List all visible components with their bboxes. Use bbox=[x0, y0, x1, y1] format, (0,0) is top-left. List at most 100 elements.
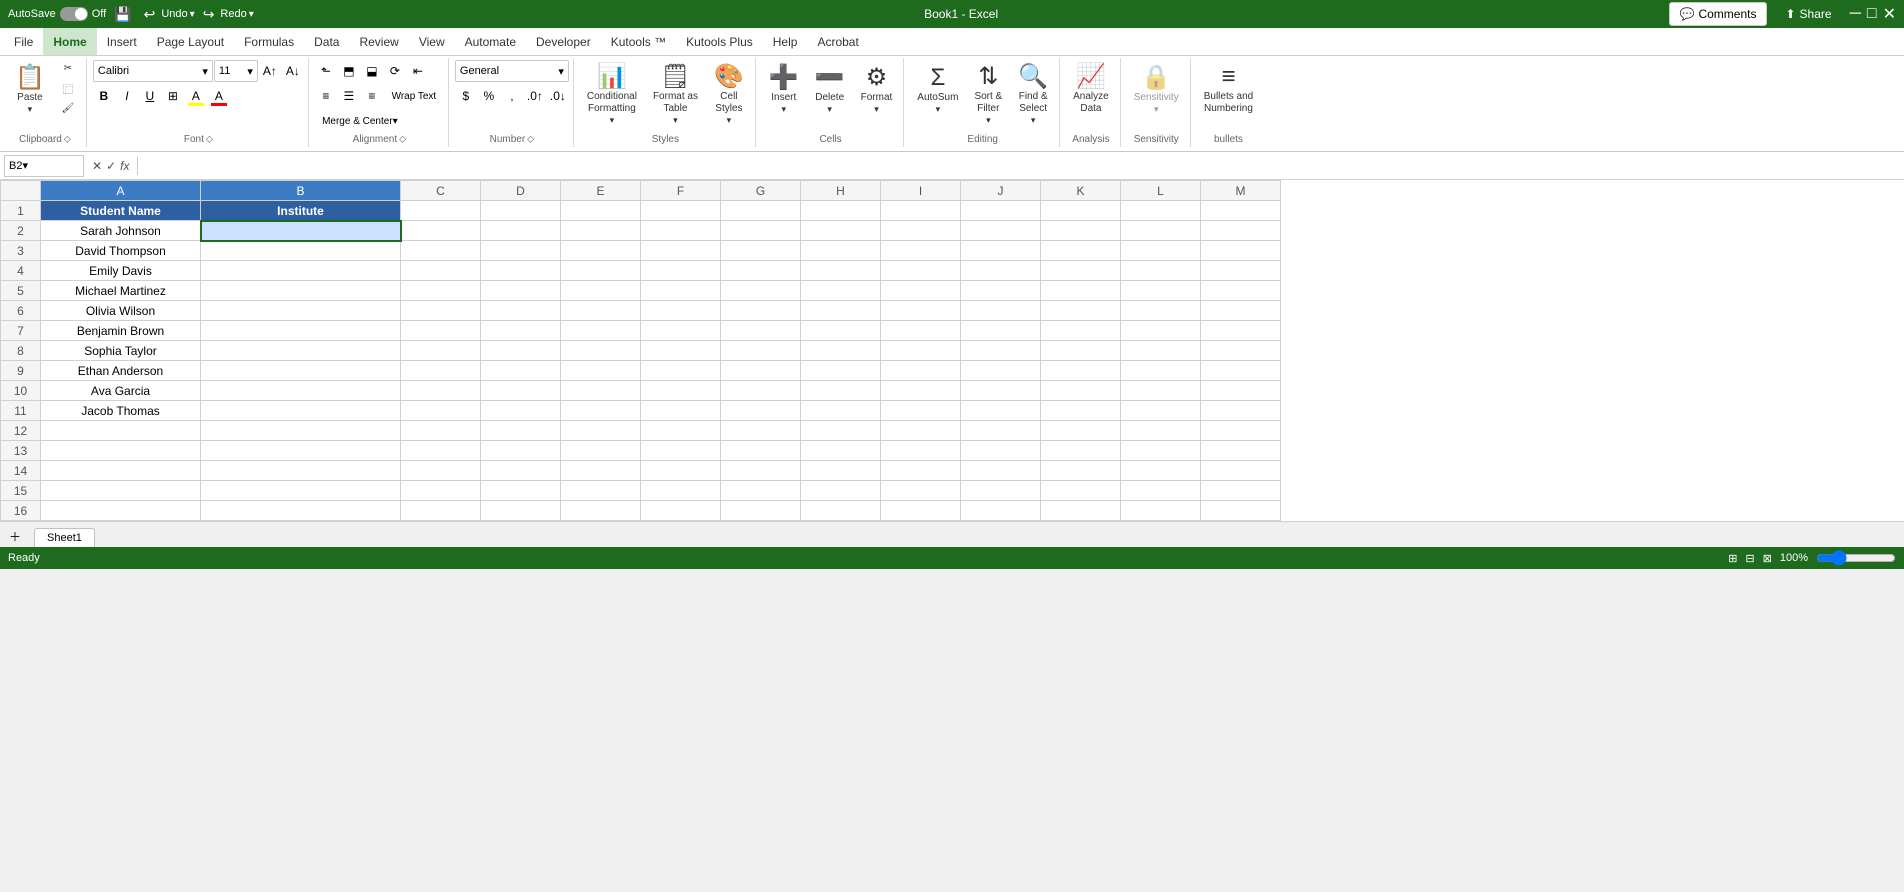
cell-b5[interactable] bbox=[201, 281, 401, 301]
row-num-4[interactable]: 4 bbox=[1, 261, 41, 281]
menu-home[interactable]: Home bbox=[43, 28, 96, 55]
bold-button[interactable]: B bbox=[93, 85, 115, 107]
indent-decrease-button[interactable]: ⇤ bbox=[407, 60, 429, 82]
cell-k2[interactable] bbox=[1041, 221, 1121, 241]
cell-b1[interactable]: Institute bbox=[201, 201, 401, 221]
row-num-6[interactable]: 6 bbox=[1, 301, 41, 321]
cell-j11[interactable] bbox=[961, 401, 1041, 421]
cell-e11[interactable] bbox=[561, 401, 641, 421]
cell-g3[interactable] bbox=[721, 241, 801, 261]
find-select-button[interactable]: 🔍 Find &Select ▾ bbox=[1011, 60, 1055, 131]
analyze-data-button[interactable]: 📈 AnalyzeData bbox=[1066, 60, 1116, 120]
cell-k6[interactable] bbox=[1041, 301, 1121, 321]
comma-button[interactable]: , bbox=[501, 85, 523, 107]
font-size-selector[interactable]: 11 ▾ bbox=[214, 60, 258, 82]
sensitivity-button[interactable]: 🔒 Sensitivity ▾ bbox=[1127, 60, 1186, 120]
cell-i8[interactable] bbox=[881, 341, 961, 361]
menu-developer[interactable]: Developer bbox=[526, 28, 601, 55]
cell-k8[interactable] bbox=[1041, 341, 1121, 361]
confirm-formula-icon[interactable]: ✓ bbox=[106, 159, 116, 173]
font-increase-button[interactable]: A↑ bbox=[259, 60, 281, 82]
cell-c3[interactable] bbox=[401, 241, 481, 261]
font-decrease-button[interactable]: A↓ bbox=[282, 60, 304, 82]
format-as-table-button[interactable]: 🗒 Format asTable ▾ bbox=[646, 60, 705, 131]
cell-m8[interactable] bbox=[1201, 341, 1281, 361]
cell-e1[interactable] bbox=[561, 201, 641, 221]
minimize-button[interactable]: ─ bbox=[1850, 5, 1861, 23]
cell-d8[interactable] bbox=[481, 341, 561, 361]
page-break-view-button[interactable]: ⊠ bbox=[1763, 552, 1772, 565]
italic-button[interactable]: I bbox=[116, 85, 138, 107]
menu-insert[interactable]: Insert bbox=[97, 28, 147, 55]
row-num-7[interactable]: 7 bbox=[1, 321, 41, 341]
cell-f3[interactable] bbox=[641, 241, 721, 261]
formula-input[interactable] bbox=[142, 155, 1900, 177]
add-sheet-button[interactable]: ＋ bbox=[4, 525, 26, 547]
autosave-toggle[interactable] bbox=[60, 7, 88, 21]
cell-j2[interactable] bbox=[961, 221, 1041, 241]
close-button[interactable]: ✕ bbox=[1883, 4, 1896, 24]
align-left-button[interactable]: ≡ bbox=[315, 85, 337, 107]
align-top-center-button[interactable]: ⬒ bbox=[338, 60, 360, 82]
cell-f6[interactable] bbox=[641, 301, 721, 321]
fill-color-button[interactable]: A bbox=[185, 85, 207, 107]
bullets-numbering-button[interactable]: ≡ Bullets andNumbering bbox=[1197, 60, 1260, 120]
cell-c10[interactable] bbox=[401, 381, 481, 401]
paste-button[interactable]: 📋 Paste ▾ bbox=[8, 60, 52, 120]
cell-l9[interactable] bbox=[1121, 361, 1201, 381]
align-right-button[interactable]: ≡ bbox=[361, 85, 383, 107]
cell-e4[interactable] bbox=[561, 261, 641, 281]
cell-h3[interactable] bbox=[801, 241, 881, 261]
cell-i11[interactable] bbox=[881, 401, 961, 421]
cell-g8[interactable] bbox=[721, 341, 801, 361]
maximize-button[interactable]: □ bbox=[1867, 5, 1877, 23]
cell-f10[interactable] bbox=[641, 381, 721, 401]
col-header-e[interactable]: E bbox=[561, 181, 641, 201]
cell-a5[interactable]: Michael Martinez bbox=[41, 281, 201, 301]
cell-d4[interactable] bbox=[481, 261, 561, 281]
cell-m11[interactable] bbox=[1201, 401, 1281, 421]
cell-g7[interactable] bbox=[721, 321, 801, 341]
cell-h5[interactable] bbox=[801, 281, 881, 301]
menu-page-layout[interactable]: Page Layout bbox=[147, 28, 234, 55]
cell-j7[interactable] bbox=[961, 321, 1041, 341]
cell-b11[interactable] bbox=[201, 401, 401, 421]
cell-a8[interactable]: Sophia Taylor bbox=[41, 341, 201, 361]
cell-m3[interactable] bbox=[1201, 241, 1281, 261]
cell-e9[interactable] bbox=[561, 361, 641, 381]
cell-h4[interactable] bbox=[801, 261, 881, 281]
cell-d7[interactable] bbox=[481, 321, 561, 341]
page-layout-view-button[interactable]: ⊟ bbox=[1745, 552, 1754, 565]
cell-l5[interactable] bbox=[1121, 281, 1201, 301]
cell-d2[interactable] bbox=[481, 221, 561, 241]
save-button[interactable]: 💾 bbox=[110, 4, 135, 25]
col-header-c[interactable]: C bbox=[401, 181, 481, 201]
cell-k11[interactable] bbox=[1041, 401, 1121, 421]
row-num-14[interactable]: 14 bbox=[1, 461, 41, 481]
col-header-g[interactable]: G bbox=[721, 181, 801, 201]
col-header-i[interactable]: I bbox=[881, 181, 961, 201]
cell-e10[interactable] bbox=[561, 381, 641, 401]
cell-k4[interactable] bbox=[1041, 261, 1121, 281]
cell-styles-button[interactable]: 🎨 CellStyles ▾ bbox=[707, 60, 751, 131]
cell-m4[interactable] bbox=[1201, 261, 1281, 281]
normal-view-button[interactable]: ⊞ bbox=[1728, 552, 1737, 565]
cell-b4[interactable] bbox=[201, 261, 401, 281]
cell-f8[interactable] bbox=[641, 341, 721, 361]
insert-cells-button[interactable]: ➕ Insert ▾ bbox=[762, 60, 806, 120]
cell-d9[interactable] bbox=[481, 361, 561, 381]
number-format-dropdown[interactable]: General ▾ bbox=[455, 60, 569, 82]
col-header-k[interactable]: K bbox=[1041, 181, 1121, 201]
cell-i5[interactable] bbox=[881, 281, 961, 301]
cell-i2[interactable] bbox=[881, 221, 961, 241]
cell-g5[interactable] bbox=[721, 281, 801, 301]
conditional-formatting-button[interactable]: 📊 ConditionalFormatting ▾ bbox=[580, 60, 644, 131]
col-header-d[interactable]: D bbox=[481, 181, 561, 201]
menu-help[interactable]: Help bbox=[763, 28, 808, 55]
cell-b3[interactable] bbox=[201, 241, 401, 261]
font-family-selector[interactable]: Calibri ▾ bbox=[93, 60, 213, 82]
cell-b10[interactable] bbox=[201, 381, 401, 401]
row-num-15[interactable]: 15 bbox=[1, 481, 41, 501]
cell-a10[interactable]: Ava Garcia bbox=[41, 381, 201, 401]
cell-a7[interactable]: Benjamin Brown bbox=[41, 321, 201, 341]
